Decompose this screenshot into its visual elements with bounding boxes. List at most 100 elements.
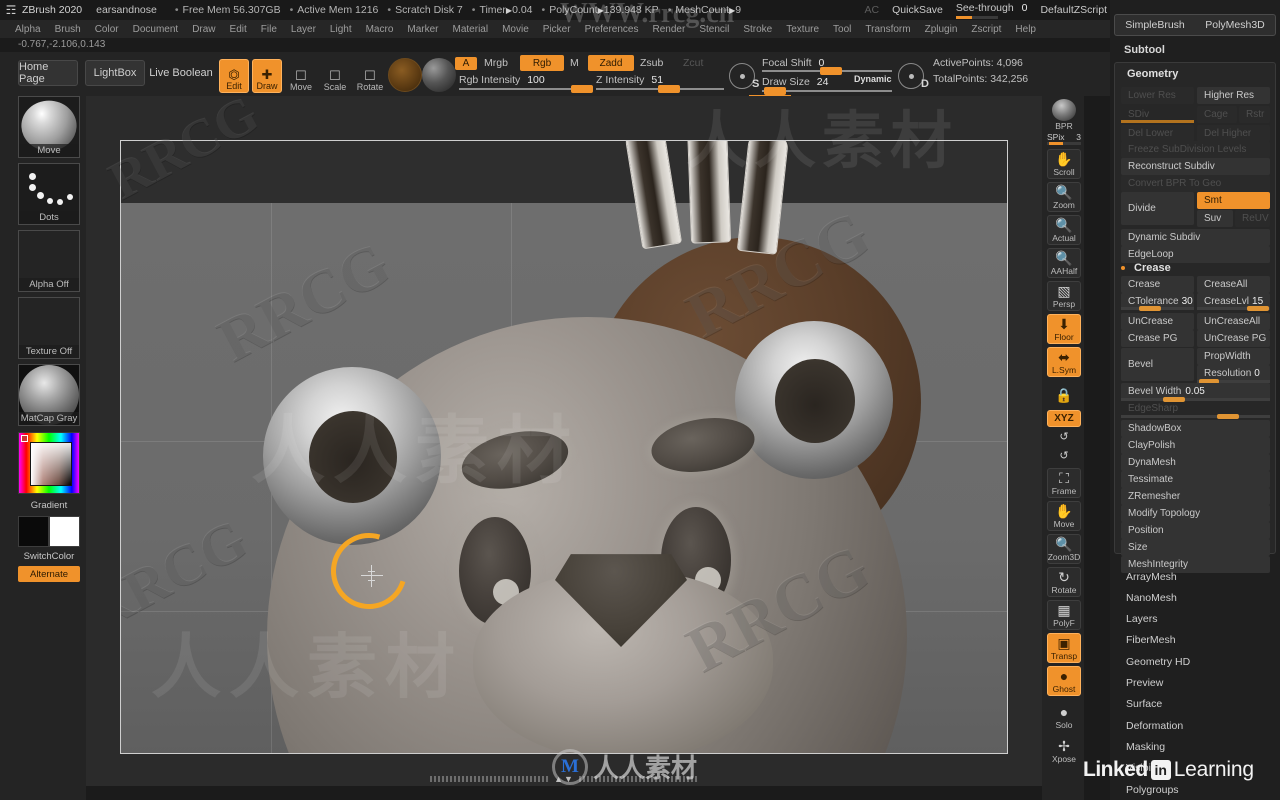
alternate-button[interactable]: Alternate <box>18 566 80 582</box>
main-color-swatch[interactable] <box>18 516 49 547</box>
palette-section-fibermesh[interactable]: FiberMesh <box>1114 630 1276 651</box>
solo-button[interactable]: ● Solo <box>1047 702 1081 732</box>
scale-mode-button[interactable]: ☐ Scale <box>320 59 350 93</box>
home-page-button[interactable]: Home Page <box>18 60 78 86</box>
menu-item-texture[interactable]: Texture <box>779 23 826 36</box>
crease-section-header[interactable]: Crease <box>1127 259 1217 276</box>
lightbox-button[interactable]: LightBox <box>85 60 145 86</box>
zscript-label[interactable]: DefaultZScript <box>1040 4 1107 16</box>
palette-section-masking[interactable]: Masking <box>1114 736 1276 757</box>
tab-polymesh3d[interactable]: PolyMesh3D <box>1195 15 1275 35</box>
uncrease-button[interactable]: UnCrease <box>1121 313 1194 330</box>
menu-item-light[interactable]: Light <box>323 23 359 36</box>
move-mode-button[interactable]: ☐ Move <box>286 59 316 93</box>
quicksave-button[interactable]: QuickSave <box>892 4 943 16</box>
zsub-label[interactable]: Zsub <box>640 57 663 69</box>
aahalf-button[interactable]: 🔍 AAHalf <box>1047 248 1081 278</box>
transp-lock-button[interactable]: 🔒 <box>1047 382 1081 408</box>
menu-item-tool[interactable]: Tool <box>826 23 858 36</box>
crease-button[interactable]: Crease <box>1121 276 1194 293</box>
z-intensity-thumb[interactable] <box>658 85 680 93</box>
size-button[interactable]: Size <box>1121 539 1270 556</box>
alpha-selector[interactable]: Alpha Off <box>18 230 80 292</box>
freeze-subdivision-button[interactable]: Freeze SubDivision Levels <box>1121 141 1270 158</box>
menu-item-marker[interactable]: Marker <box>400 23 445 36</box>
palette-section-layers[interactable]: Layers <box>1114 609 1276 630</box>
see-through-slider[interactable]: See-through 0 <box>955 2 1027 19</box>
frame-button[interactable]: ⛶ Frame <box>1047 468 1081 498</box>
menu-item-draw[interactable]: Draw <box>185 23 222 36</box>
transparency-button[interactable]: ▣ Transp <box>1047 633 1081 663</box>
uncrease-pg-button[interactable]: UnCrease PG <box>1197 330 1270 347</box>
menu-item-document[interactable]: Document <box>126 23 186 36</box>
menu-item-stencil[interactable]: Stencil <box>692 23 736 36</box>
edgesharp-track[interactable] <box>1121 414 1270 419</box>
menu-item-zscript[interactable]: Zscript <box>964 23 1008 36</box>
menu-item-zplugin[interactable]: Zplugin <box>918 23 965 36</box>
palette-section-nanomesh[interactable]: NanoMesh <box>1114 587 1276 608</box>
switchcolor-button[interactable]: SwitchColor <box>18 548 80 564</box>
zcut-label[interactable]: Zcut <box>683 57 703 69</box>
tab-simplebrush[interactable]: SimpleBrush <box>1115 15 1195 35</box>
menu-item-macro[interactable]: Macro <box>359 23 401 36</box>
tessimate-button[interactable]: Tessimate <box>1121 471 1270 488</box>
draw-size-thumb[interactable] <box>764 87 786 95</box>
rotate-mode-button[interactable]: ☐ Rotate <box>355 59 385 93</box>
menu-item-color[interactable]: Color <box>88 23 126 36</box>
floor-button[interactable]: ⬇ Floor <box>1047 314 1081 344</box>
xyz-button[interactable]: XYZ <box>1047 410 1081 427</box>
polyframe-button[interactable]: ▦ PolyF <box>1047 600 1081 630</box>
palette-section-surface[interactable]: Surface <box>1114 694 1276 715</box>
rotate-view-button[interactable]: ↻ Rotate <box>1047 567 1081 597</box>
smt-button[interactable]: Smt <box>1197 192 1270 209</box>
bpr-render-button[interactable]: BPR <box>1047 98 1081 132</box>
zoom3d-button[interactable]: 🔍 Zoom3D <box>1047 534 1081 564</box>
ctolerance-track[interactable] <box>1121 306 1194 311</box>
perspective-button[interactable]: ▧ Persp <box>1047 281 1081 311</box>
current-material-thumbnail[interactable] <box>422 58 456 92</box>
mrgb-label[interactable]: Mrgb <box>484 57 508 69</box>
rgb-button[interactable]: Rgb <box>520 55 564 71</box>
focal-shift-slider[interactable] <box>762 67 892 75</box>
canvas-viewport[interactable]: RRCG RRCG RRCG RRCG 人人素材 人人素材 RRCG 人人素材 … <box>86 96 1042 786</box>
menu-item-render[interactable]: Render <box>646 23 693 36</box>
current-brush-thumbnail[interactable] <box>388 58 422 92</box>
lower-res-button[interactable]: Lower Res <box>1121 87 1194 104</box>
zadd-button[interactable]: Zadd <box>588 55 634 71</box>
dynamic-label[interactable]: Dynamic <box>854 74 892 84</box>
subtool-section-header[interactable]: Subtool <box>1124 44 1165 56</box>
suv-button[interactable]: Suv <box>1197 210 1233 227</box>
scroll-button[interactable]: ✋ Scroll <box>1047 149 1081 179</box>
creaseall-button[interactable]: CreaseAll <box>1197 276 1270 293</box>
color-picker[interactable] <box>18 432 80 494</box>
dynamic-subdiv-button[interactable]: Dynamic Subdiv <box>1121 229 1270 246</box>
menu-item-brush[interactable]: Brush <box>48 23 88 36</box>
rgb-a-tag[interactable]: A <box>455 57 477 70</box>
dynamesh-button[interactable]: DynaMesh <box>1121 454 1270 471</box>
local-symmetry-button[interactable]: ⬌ L.Sym <box>1047 347 1081 377</box>
xpose-button[interactable]: ✢ Xpose <box>1047 736 1081 766</box>
menu-item-movie[interactable]: Movie <box>495 23 536 36</box>
menu-item-material[interactable]: Material <box>446 23 496 36</box>
bear-head-model[interactable] <box>121 141 1007 753</box>
zremesher-button[interactable]: ZRemesher <box>1121 488 1270 505</box>
menu-item-alpha[interactable]: Alpha <box>8 23 48 36</box>
palette-section-deformation[interactable]: Deformation <box>1114 715 1276 736</box>
menu-item-file[interactable]: File <box>254 23 284 36</box>
texture-selector[interactable]: Texture Off <box>18 297 80 359</box>
gradient-button[interactable]: Gradient <box>18 497 80 513</box>
ghost-button[interactable]: ● Ghost <box>1047 666 1081 696</box>
cage-button[interactable]: Cage <box>1197 106 1237 123</box>
sdiv-slider[interactable] <box>1121 120 1194 123</box>
zoom-button[interactable]: 🔍 Zoom <box>1047 182 1081 212</box>
menu-item-picker[interactable]: Picker <box>536 23 578 36</box>
reuv-button[interactable]: ReUV <box>1235 210 1270 227</box>
actual-button[interactable]: 🔍 Actual <box>1047 215 1081 245</box>
rgb-intensity-thumb[interactable] <box>571 85 593 93</box>
palette-section-arraymesh[interactable]: ArrayMesh <box>1114 566 1276 587</box>
stroke-selector[interactable]: Dots <box>18 163 80 225</box>
rgb-intensity-slider[interactable] <box>459 85 593 93</box>
palette-section-preview[interactable]: Preview <box>1114 673 1276 694</box>
live-boolean-button[interactable]: Live Boolean <box>148 60 214 86</box>
spix-row[interactable]: SPix 3 <box>1047 132 1081 142</box>
